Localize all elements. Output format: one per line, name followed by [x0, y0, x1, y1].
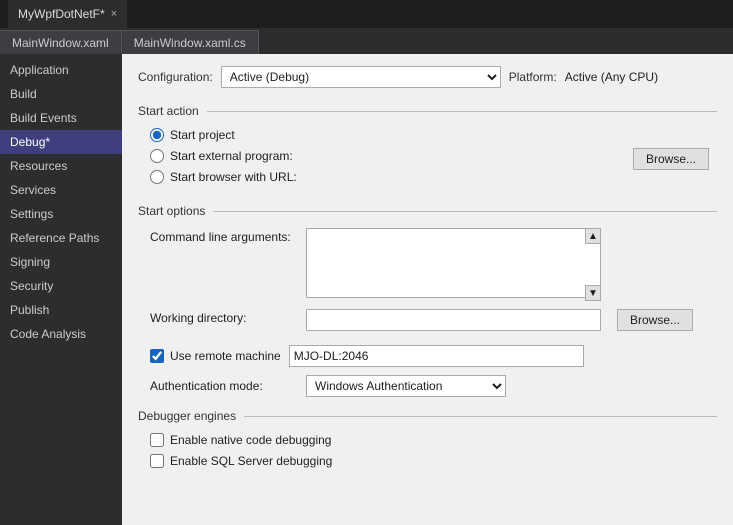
cmd-args-wrapper: ▲ ▼ — [306, 228, 601, 301]
debugger-engines-header: Debugger engines — [138, 409, 717, 423]
use-remote-checkbox-item: Use remote machine — [150, 349, 281, 363]
radio-start-external: Start external program: — [150, 149, 297, 163]
cmd-args-row: Command line arguments: ▲ ▼ — [150, 228, 717, 301]
browse-external-button[interactable]: Browse... — [633, 148, 709, 170]
native-debug-checkbox-item: Enable native code debugging — [150, 433, 717, 447]
platform-value: Active (Any CPU) — [565, 70, 658, 84]
working-dir-label: Working directory: — [150, 309, 298, 325]
main-layout: Application Build Build Events Debug* Re… — [0, 54, 733, 525]
sidebar-item-security[interactable]: Security — [0, 274, 122, 298]
radio-start-project-label: Start project — [170, 128, 235, 142]
platform-label: Platform: — [509, 70, 557, 84]
scroll-down-icon[interactable]: ▼ — [585, 285, 601, 301]
start-options-grid: Command line arguments: ▲ ▼ Working dire… — [138, 228, 717, 331]
native-debug-label: Enable native code debugging — [170, 433, 331, 447]
sidebar-item-signing[interactable]: Signing — [0, 250, 122, 274]
sidebar-item-services[interactable]: Services — [0, 178, 122, 202]
auth-mode-row: Authentication mode: Windows Authenticat… — [138, 375, 717, 397]
radio-start-browser: Start browser with URL: — [150, 170, 297, 184]
start-options-divider — [213, 211, 717, 212]
debugger-section: Enable native code debugging Enable SQL … — [138, 433, 717, 468]
config-select[interactable]: Active (Debug) — [221, 66, 501, 88]
sidebar-item-resources[interactable]: Resources — [0, 154, 122, 178]
project-tab[interactable]: MyWpfDotNetF* × — [8, 0, 127, 28]
browse-working-dir-button[interactable]: Browse... — [617, 309, 693, 331]
sql-debug-checkbox-item: Enable SQL Server debugging — [150, 454, 717, 468]
use-remote-checkbox[interactable] — [150, 349, 164, 363]
sidebar-item-build[interactable]: Build — [0, 82, 122, 106]
radio-start-external-input[interactable] — [150, 149, 164, 163]
remote-machine-row: Use remote machine — [138, 345, 717, 367]
tab-mainwindow-xaml[interactable]: MainWindow.xaml — [0, 30, 122, 54]
sidebar-item-publish[interactable]: Publish — [0, 298, 122, 322]
radio-start-project-input[interactable] — [150, 128, 164, 142]
sidebar-item-debug[interactable]: Debug* — [0, 130, 122, 154]
debugger-engines-divider — [244, 416, 717, 417]
project-name: MyWpfDotNetF* — [18, 7, 105, 21]
sql-debug-label: Enable SQL Server debugging — [170, 454, 332, 468]
start-options-header: Start options — [138, 204, 717, 218]
radio-start-browser-label: Start browser with URL: — [170, 170, 297, 184]
start-action-divider — [207, 111, 717, 112]
project-close-icon[interactable]: × — [111, 8, 117, 20]
radio-start-project: Start project — [150, 128, 297, 142]
working-dir-row: Working directory: Browse... — [150, 309, 717, 331]
working-dir-input[interactable] — [306, 309, 601, 331]
radio-start-external-label: Start external program: — [170, 149, 293, 163]
radio-start-browser-input[interactable] — [150, 170, 164, 184]
auth-mode-select[interactable]: Windows Authentication None Universal — [306, 375, 506, 397]
sidebar-item-reference-paths[interactable]: Reference Paths — [0, 226, 122, 250]
tab-bar: MainWindow.xaml MainWindow.xaml.cs — [0, 28, 733, 54]
content-panel: Configuration: Active (Debug) Platform: … — [122, 54, 733, 525]
scroll-up-icon[interactable]: ▲ — [585, 228, 601, 244]
start-action-radio-group: Start project Start external program: St… — [138, 128, 297, 184]
title-bar: MyWpfDotNetF* × — [0, 0, 733, 28]
native-debug-checkbox[interactable] — [150, 433, 164, 447]
cmd-args-textarea[interactable] — [306, 228, 601, 298]
sql-debug-checkbox[interactable] — [150, 454, 164, 468]
config-label: Configuration: — [138, 70, 213, 84]
sidebar-item-code-analysis[interactable]: Code Analysis — [0, 322, 122, 346]
remote-machine-input[interactable] — [289, 345, 584, 367]
sidebar-item-settings[interactable]: Settings — [0, 202, 122, 226]
cmd-args-label: Command line arguments: — [150, 228, 298, 244]
start-action-header: Start action — [138, 104, 717, 118]
config-row: Configuration: Active (Debug) Platform: … — [138, 66, 717, 88]
platform-row: Platform: Active (Any CPU) — [509, 70, 658, 84]
sidebar: Application Build Build Events Debug* Re… — [0, 54, 122, 525]
sidebar-item-build-events[interactable]: Build Events — [0, 106, 122, 130]
tab-mainwindow-xaml-cs[interactable]: MainWindow.xaml.cs — [122, 30, 259, 54]
use-remote-label: Use remote machine — [170, 349, 281, 363]
sidebar-item-application[interactable]: Application — [0, 58, 122, 82]
auth-mode-label: Authentication mode: — [150, 379, 298, 393]
